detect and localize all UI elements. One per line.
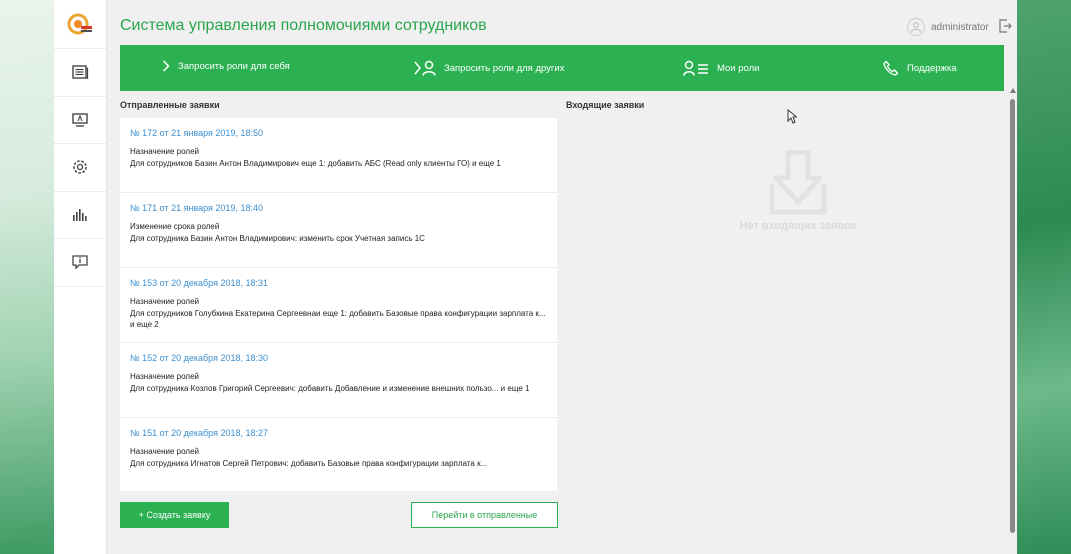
- sidebar: [54, 0, 107, 554]
- incoming-requests-title: Входящие заявки: [566, 100, 645, 110]
- app-window: Система управления полномочиями сотрудни…: [54, 0, 1017, 554]
- user-avatar-icon: [907, 18, 925, 36]
- request-number[interactable]: № 151 от 20 декабря 2018, 18:27: [130, 428, 547, 438]
- username: administrator: [931, 21, 989, 33]
- user-menu[interactable]: administrator: [907, 17, 1017, 37]
- background-right: [1017, 0, 1071, 554]
- actions-bar: Запросить роли для себя Запросить роли д…: [120, 45, 1004, 91]
- request-description: Для сотрудников Базин Антон Владимирович…: [130, 158, 501, 168]
- my-roles-label: Мои роли: [717, 62, 760, 74]
- nav-feedback[interactable]: [54, 239, 106, 287]
- request-number[interactable]: № 153 от 20 декабря 2018, 18:31: [130, 278, 547, 288]
- request-description: Для сотрудников Голубкина Екатерина Серг…: [130, 308, 546, 330]
- scroll-up-icon[interactable]: [1010, 88, 1016, 93]
- logo-icon: [67, 13, 92, 35]
- goto-sent-button[interactable]: Перейти в отправленные: [411, 502, 558, 528]
- chevron-right-icon: [162, 60, 170, 72]
- main-content: Система управления полномочиями сотрудни…: [108, 0, 1017, 554]
- monitor-icon: [72, 113, 88, 127]
- request-number[interactable]: № 172 от 21 января 2019, 18:50: [130, 128, 547, 138]
- request-number[interactable]: № 171 от 21 января 2019, 18:40: [130, 203, 547, 213]
- request-description: Для сотрудника Козлов Григорий Сергеевич…: [130, 383, 530, 393]
- requests-icon: [72, 65, 89, 80]
- page-title: Система управления полномочиями сотрудни…: [120, 17, 487, 34]
- nav-settings[interactable]: [54, 144, 106, 192]
- empty-state-text: Нет входящих заявок: [739, 220, 857, 232]
- request-item[interactable]: № 171 от 21 января 2019, 18:40 Изменение…: [120, 193, 557, 268]
- request-item[interactable]: № 151 от 20 декабря 2018, 18:27 Назначен…: [120, 418, 557, 493]
- request-type: Назначение ролей: [130, 372, 199, 381]
- support-label: Поддержка: [907, 62, 957, 74]
- info-message-icon: [72, 255, 88, 270]
- inbox-download-icon: [769, 150, 827, 215]
- user-list-icon: [683, 60, 708, 76]
- sent-requests-title: Отправленные заявки: [120, 100, 220, 110]
- request-description: Для сотрудника Игнатов Сергей Петрович: …: [130, 458, 488, 468]
- mouse-cursor-icon: [787, 108, 798, 129]
- request-others-button[interactable]: Запросить роли для других: [414, 60, 564, 76]
- request-self-label: Запросить роли для себя: [178, 60, 290, 72]
- gear-icon: [73, 160, 87, 174]
- request-type: Назначение ролей: [130, 297, 199, 306]
- request-item[interactable]: № 172 от 21 января 2019, 18:50 Назначени…: [120, 118, 557, 193]
- nav-reports[interactable]: [54, 192, 106, 239]
- request-item[interactable]: № 153 от 20 декабря 2018, 18:31 Назначен…: [120, 268, 557, 343]
- request-type: Назначение ролей: [130, 447, 199, 456]
- my-roles-button[interactable]: Мои роли: [683, 60, 759, 76]
- request-type: Изменение срока ролей: [130, 222, 220, 231]
- request-others-label: Запросить роли для других: [444, 62, 565, 74]
- scrollbar[interactable]: [1009, 88, 1017, 540]
- nav-monitor[interactable]: [54, 97, 106, 144]
- request-number[interactable]: № 152 от 20 декабря 2018, 18:30: [130, 353, 547, 363]
- create-request-button[interactable]: + Создать заявку: [120, 502, 229, 528]
- request-type: Назначение ролей: [130, 147, 199, 156]
- phone-icon: [883, 60, 899, 76]
- chevron-user-icon: [414, 60, 436, 76]
- logo[interactable]: [54, 0, 106, 49]
- nav-requests[interactable]: [54, 49, 106, 97]
- logout-icon[interactable]: [999, 18, 1012, 36]
- background-left: [0, 0, 54, 554]
- sent-requests-list: № 172 от 21 января 2019, 18:50 Назначени…: [120, 118, 557, 491]
- incoming-empty-state: Нет входящих заявок: [698, 150, 898, 240]
- request-self-button[interactable]: Запросить роли для себя: [162, 60, 290, 72]
- bar-chart-icon: [73, 208, 87, 221]
- support-button[interactable]: Поддержка: [883, 60, 957, 76]
- request-description: Для сотрудника Базин Антон Владимирович:…: [130, 233, 425, 243]
- request-item[interactable]: № 152 от 20 декабря 2018, 18:30 Назначен…: [120, 343, 557, 418]
- scrollbar-thumb[interactable]: [1010, 99, 1015, 533]
